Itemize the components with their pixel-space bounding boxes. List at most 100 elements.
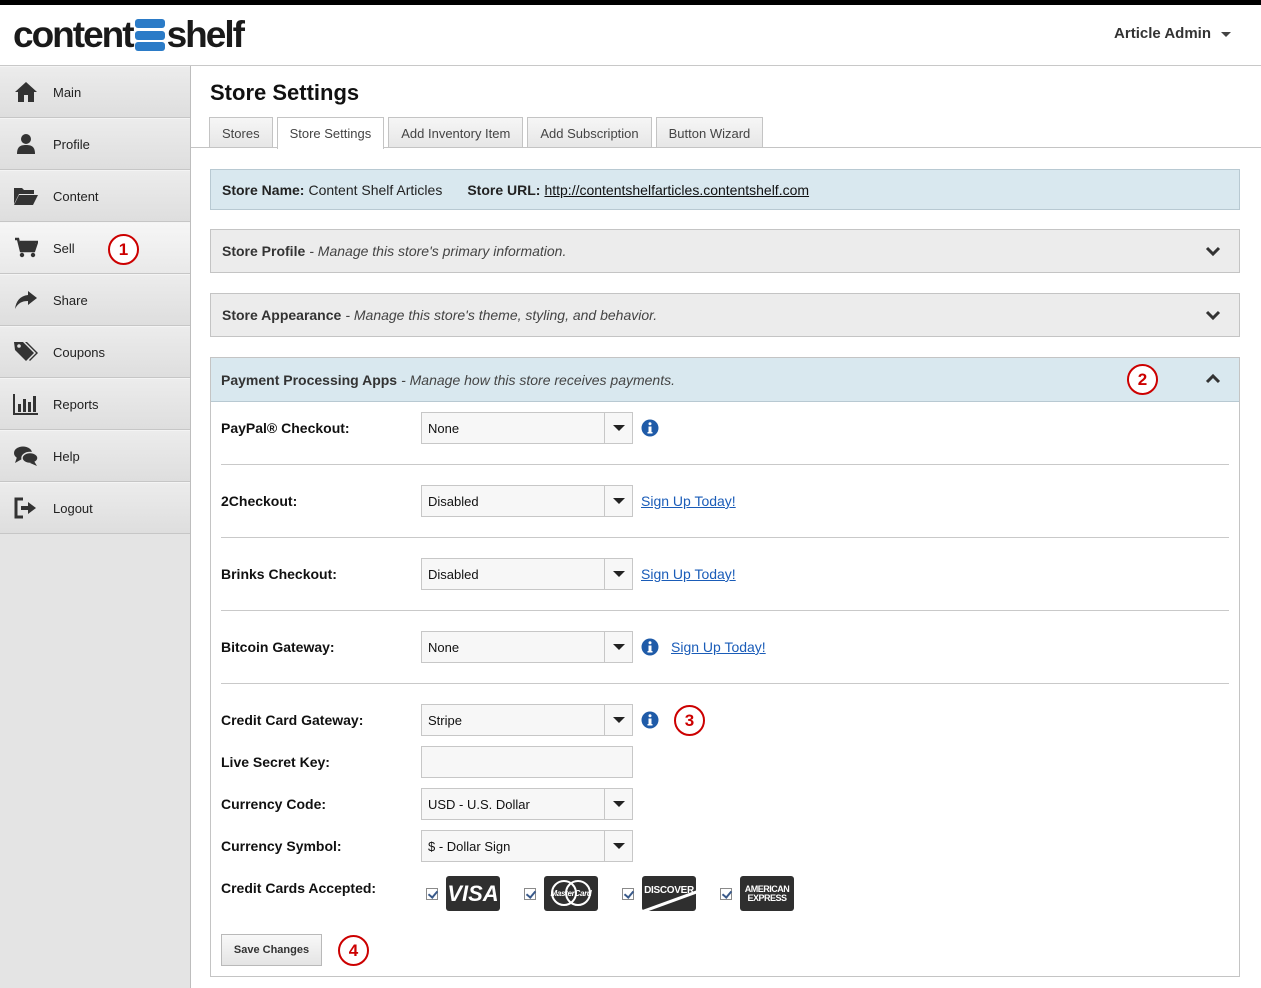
mastercard-option: MasterCard bbox=[524, 876, 598, 911]
divider bbox=[221, 683, 1229, 684]
tab-add-subscription[interactable]: Add Subscription bbox=[527, 117, 652, 148]
sidebar-item-label: Coupons bbox=[53, 344, 106, 360]
brinks-signup-link[interactable]: Sign Up Today! bbox=[641, 566, 736, 582]
twocheckout-select[interactable]: Disabled bbox=[421, 485, 633, 517]
select-value: USD - U.S. Dollar bbox=[428, 796, 530, 812]
sidebar-item-label: Content bbox=[53, 188, 99, 204]
bitcoin-label: Bitcoin Gateway: bbox=[221, 639, 335, 655]
divider bbox=[221, 537, 1229, 538]
sidebar-item-help[interactable]: Help bbox=[0, 430, 190, 482]
sidebar-item-share[interactable]: Share bbox=[0, 274, 190, 326]
panel-title: Store Appearance bbox=[222, 307, 342, 323]
sidebar-item-content[interactable]: Content bbox=[0, 170, 190, 222]
cc-gateway-label: Credit Card Gateway: bbox=[221, 712, 364, 728]
sidebar-item-label: Sell bbox=[53, 240, 75, 256]
save-changes-button[interactable]: Save Changes bbox=[221, 934, 322, 966]
currency-symbol-select[interactable]: $ - Dollar Sign bbox=[421, 830, 633, 862]
divider bbox=[221, 610, 1229, 611]
currency-symbol-label: Currency Symbol: bbox=[221, 838, 342, 854]
dropdown-arrow-icon bbox=[604, 632, 632, 662]
currency-code-select[interactable]: USD - U.S. Dollar bbox=[421, 788, 633, 820]
visa-card-text: VISA bbox=[447, 880, 499, 906]
secret-key-label: Live Secret Key: bbox=[221, 754, 330, 770]
paypal-label: PayPal® Checkout: bbox=[221, 420, 350, 436]
visa-checkbox[interactable] bbox=[426, 887, 438, 900]
amex-option: AMERICAN EXPRESS bbox=[720, 876, 794, 911]
contentshelf-logo[interactable]: content shelf bbox=[13, 14, 245, 55]
panel-title: Payment Processing Apps bbox=[221, 371, 398, 388]
mastercard-card-text: MasterCard bbox=[550, 889, 592, 898]
chevron-down-icon bbox=[1205, 310, 1221, 321]
paypal-select[interactable]: None bbox=[421, 412, 633, 444]
currency-code-label: Currency Code: bbox=[221, 796, 327, 812]
visa-option: VISA bbox=[426, 876, 500, 911]
store-appearance-panel[interactable]: Store Appearance - Manage this store's t… bbox=[210, 293, 1240, 337]
sidebar-item-main[interactable]: Main bbox=[0, 66, 190, 118]
sidebar-item-profile[interactable]: Profile bbox=[0, 118, 190, 170]
user-menu[interactable]: Article Admin bbox=[1114, 25, 1231, 42]
brinks-label: Brinks Checkout: bbox=[221, 566, 337, 582]
sidebar-item-label: Reports bbox=[53, 396, 99, 412]
dropdown-arrow-icon bbox=[604, 831, 632, 861]
sidebar-item-label: Main bbox=[53, 84, 82, 100]
bar-chart-icon bbox=[13, 391, 39, 417]
logo-stack-icon bbox=[134, 19, 165, 51]
tab-bar: Stores Store Settings Add Inventory Item… bbox=[209, 117, 767, 149]
secret-key-input[interactable] bbox=[421, 746, 633, 778]
payment-panel-header[interactable]: Payment Processing Apps - Manage how thi… bbox=[211, 358, 1239, 402]
select-value: Disabled bbox=[428, 493, 479, 509]
panel-description: - Manage how this store receives payment… bbox=[401, 371, 675, 388]
panel-description: - Manage this store's theme, styling, an… bbox=[345, 307, 658, 323]
folder-icon bbox=[13, 183, 39, 209]
app-header: content shelf Article Admin bbox=[0, 5, 1261, 66]
divider bbox=[221, 464, 1229, 465]
info-icon[interactable] bbox=[641, 638, 659, 656]
user-icon bbox=[13, 131, 39, 157]
sidebar-item-logout[interactable]: Logout bbox=[0, 482, 190, 534]
sidebar-item-label: Share bbox=[53, 292, 88, 308]
twocheckout-label: 2Checkout: bbox=[221, 493, 298, 509]
tab-button-wizard[interactable]: Button Wizard bbox=[655, 117, 764, 148]
visa-card-icon: VISA bbox=[446, 876, 500, 911]
logout-icon bbox=[13, 495, 39, 521]
bitcoin-select[interactable]: None bbox=[421, 631, 633, 663]
tab-stores[interactable]: Stores bbox=[209, 117, 273, 148]
sidebar-item-reports[interactable]: Reports bbox=[0, 378, 190, 430]
info-icon[interactable] bbox=[641, 419, 659, 437]
store-profile-panel[interactable]: Store Profile - Manage this store's prim… bbox=[210, 229, 1240, 273]
brinks-select[interactable]: Disabled bbox=[421, 558, 633, 590]
sidebar-item-sell[interactable]: Sell bbox=[0, 222, 190, 274]
store-url-link[interactable]: http://contentshelfarticles.contentshelf… bbox=[544, 182, 809, 198]
discover-checkbox[interactable] bbox=[622, 887, 634, 900]
amex-checkbox[interactable] bbox=[720, 887, 732, 900]
store-name-label: Store Name: bbox=[222, 181, 305, 198]
logo-text-shelf: shelf bbox=[166, 14, 245, 55]
sidebar-item-label: Profile bbox=[53, 136, 90, 152]
info-icon[interactable] bbox=[641, 711, 659, 729]
tags-icon bbox=[13, 339, 39, 365]
logo-text-content: content bbox=[13, 14, 135, 55]
discover-option: DISCOVER bbox=[622, 876, 696, 911]
mastercard-checkbox[interactable] bbox=[524, 887, 536, 900]
chevron-down-icon bbox=[1221, 32, 1231, 37]
callout-4: 4 bbox=[338, 935, 369, 966]
callout-2: 2 bbox=[1127, 364, 1158, 395]
twocheckout-signup-link[interactable]: Sign Up Today! bbox=[641, 493, 736, 509]
bitcoin-signup-link[interactable]: Sign Up Today! bbox=[671, 639, 766, 655]
select-value: Disabled bbox=[428, 566, 479, 582]
dropdown-arrow-icon bbox=[604, 413, 632, 443]
tab-add-inventory-item[interactable]: Add Inventory Item bbox=[388, 117, 524, 148]
sidebar-nav: Main Profile Content Sell Share Coupons bbox=[0, 66, 191, 988]
chevron-up-icon bbox=[1205, 373, 1221, 384]
chevron-down-icon bbox=[1205, 246, 1221, 257]
user-menu-label: Article Admin bbox=[1114, 25, 1211, 42]
discover-card-icon: DISCOVER bbox=[642, 876, 696, 911]
cart-icon bbox=[13, 235, 39, 261]
sidebar-item-coupons[interactable]: Coupons bbox=[0, 326, 190, 378]
tab-store-settings[interactable]: Store Settings bbox=[276, 117, 385, 149]
panel-title: Store Profile bbox=[222, 243, 306, 259]
store-name-value: Content Shelf Articles bbox=[308, 181, 443, 198]
select-value: None bbox=[428, 420, 460, 436]
cc-gateway-select[interactable]: Stripe bbox=[421, 704, 633, 736]
dropdown-arrow-icon bbox=[604, 559, 632, 589]
